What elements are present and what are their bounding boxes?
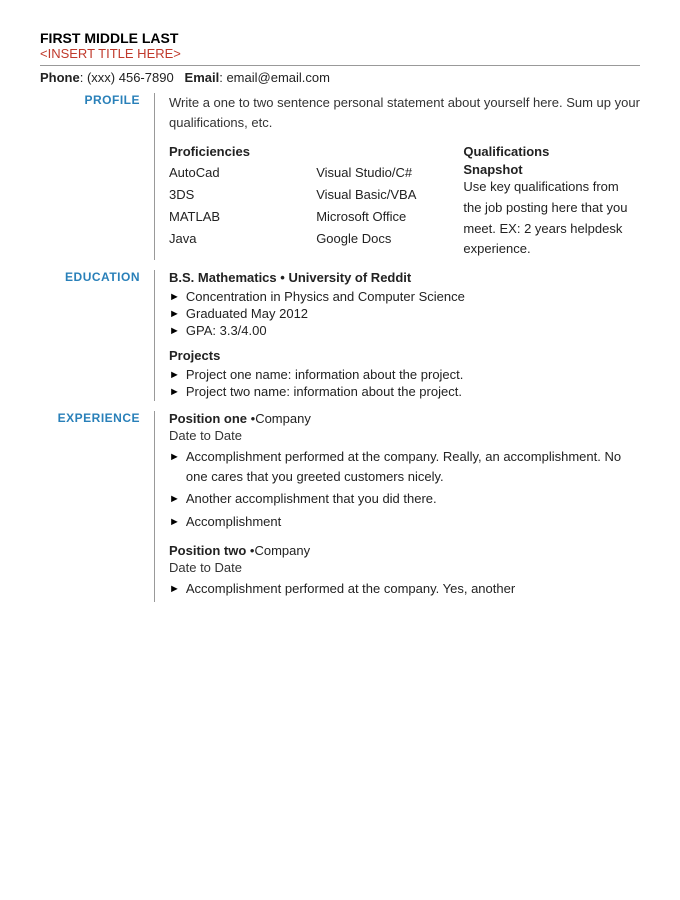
edu-bullet-text: Concentration in Physics and Computer Sc… [186, 289, 465, 304]
bullet-arrow-icon: ► [169, 449, 180, 466]
resume-header: FIRST MIDDLE LAST <INSERT TITLE HERE> Ph… [40, 30, 640, 85]
qualifications-col: Qualifications Snapshot Use key qualific… [463, 144, 640, 260]
bullet-arrow-icon: ► [169, 369, 180, 381]
prof-item: Java [169, 228, 316, 250]
qualifications-header: Qualifications [463, 144, 640, 159]
exp-bullet-text: Accomplishment performed at the company.… [186, 579, 515, 599]
prof-item: MATLAB [169, 206, 316, 228]
prof-item: AutoCad [169, 162, 316, 184]
edu-bullet-text: GPA: 3.3/4.00 [186, 323, 267, 338]
exp-bullet-text: Another accomplishment that you did ther… [186, 489, 437, 509]
education-label: EDUCATION [40, 270, 155, 401]
phone-label: Phone [40, 70, 80, 85]
position-one-dates: Date to Date [169, 428, 640, 443]
experience-label: EXPERIENCE [40, 411, 155, 602]
prof-item: Visual Basic/VBA [316, 184, 463, 206]
project-text: Project one name: information about the … [186, 367, 464, 382]
experience-content: Position one •Company Date to Date ► Acc… [155, 411, 640, 602]
position-two: Position two •Company Date to Date ► Acc… [169, 543, 640, 599]
snapshot-text: Use key qualifications from the job post… [463, 177, 640, 260]
profile-content: Write a one to two sentence personal sta… [155, 93, 640, 260]
contact-info: Phone: (xxx) 456-7890 Email: email@email… [40, 65, 640, 85]
edu-bullet-1: ► Concentration in Physics and Computer … [169, 289, 640, 304]
experience-section: EXPERIENCE Position one •Company Date to… [40, 411, 640, 602]
project-bullet-2: ► Project two name: information about th… [169, 384, 640, 399]
education-content: B.S. Mathematics • University of Reddit … [155, 270, 640, 401]
edu-bullet-3: ► GPA: 3.3/4.00 [169, 323, 640, 338]
edu-bullet-text: Graduated May 2012 [186, 306, 308, 321]
position-one-title: Position one •Company [169, 411, 640, 426]
position-two-dates: Date to Date [169, 560, 640, 575]
profile-label: PROFILE [40, 93, 155, 260]
position-title: Position one [169, 411, 247, 426]
proficiencies-header: Proficiencies [169, 144, 316, 159]
profile-intro-text: Write a one to two sentence personal sta… [169, 93, 640, 132]
profile-section: PROFILE Write a one to two sentence pers… [40, 93, 640, 260]
exp-bullet-2: ► Another accomplishment that you did th… [169, 489, 640, 509]
education-section: EDUCATION B.S. Mathematics • University … [40, 270, 640, 401]
degree-title: B.S. Mathematics [169, 270, 277, 285]
exp-bullet-text: Accomplishment performed at the company.… [186, 447, 640, 486]
email-label: Email [185, 70, 220, 85]
bullet-arrow-icon: ► [169, 291, 180, 303]
edu-bullet-2: ► Graduated May 2012 [169, 306, 640, 321]
proficiencies-row: Proficiencies AutoCad 3DS MATLAB Java Vi… [169, 144, 640, 260]
phone-number: (xxx) 456-7890 [87, 70, 174, 85]
position-title: Position two [169, 543, 246, 558]
prof-item: Microsoft Office [316, 206, 463, 228]
snapshot-label: Snapshot [463, 162, 640, 177]
prof-item: 3DS [169, 184, 316, 206]
degree-line: B.S. Mathematics • University of Reddit [169, 270, 640, 285]
projects-header: Projects [169, 348, 640, 363]
exp-bullet-pos2-1: ► Accomplishment performed at the compan… [169, 579, 640, 599]
prof-item: Visual Studio/C# [316, 162, 463, 184]
full-name: FIRST MIDDLE LAST [40, 30, 640, 46]
bullet-arrow-icon: ► [169, 308, 180, 320]
proficiencies-col2: Visual Studio/C# Visual Basic/VBA Micros… [316, 144, 463, 260]
project-bullet-1: ► Project one name: information about th… [169, 367, 640, 382]
university-name: University of Reddit [288, 270, 411, 285]
exp-bullet-1: ► Accomplishment performed at the compan… [169, 447, 640, 486]
job-title: <INSERT TITLE HERE> [40, 46, 640, 61]
email-address: email@email.com [226, 70, 330, 85]
proficiencies-col2-spacer [316, 144, 463, 159]
bullet-arrow-icon: ► [169, 325, 180, 337]
proficiencies-col1: Proficiencies AutoCad 3DS MATLAB Java [169, 144, 316, 260]
bullet-arrow-icon: ► [169, 386, 180, 398]
bullet-arrow-icon: ► [169, 514, 180, 531]
position-company: Company [255, 411, 311, 426]
position-company: Company [254, 543, 310, 558]
bullet-arrow-icon: ► [169, 491, 180, 508]
position-two-title: Position two •Company [169, 543, 640, 558]
exp-bullet-text: Accomplishment [186, 512, 281, 532]
project-text: Project two name: information about the … [186, 384, 462, 399]
prof-item: Google Docs [316, 228, 463, 250]
exp-bullet-3: ► Accomplishment [169, 512, 640, 532]
bullet-arrow-icon: ► [169, 581, 180, 598]
